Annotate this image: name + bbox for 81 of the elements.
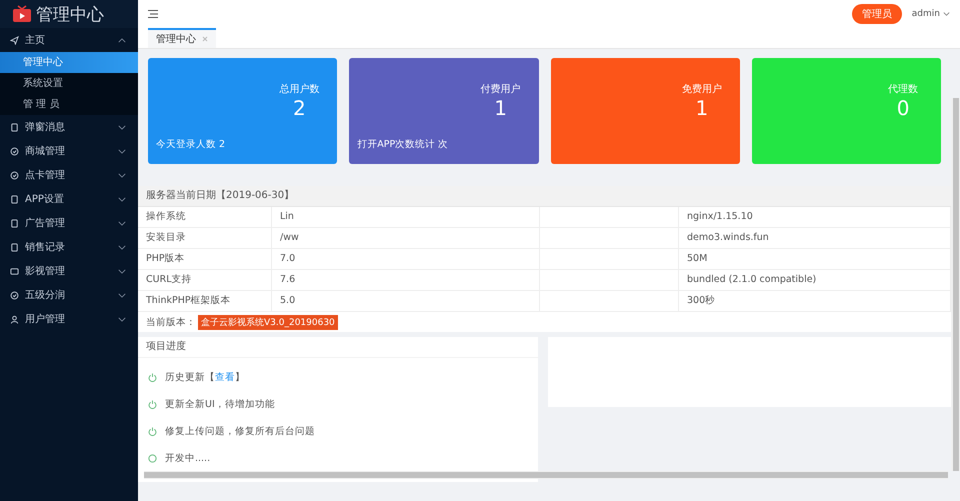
send-icon (10, 36, 19, 44)
sidebar-item[interactable]: 影视管理 (0, 259, 138, 283)
sidebar-item[interactable]: 弹窗消息 (0, 115, 138, 139)
close-icon[interactable] (202, 36, 208, 42)
timeline-text: 开发中..... (165, 452, 210, 465)
stat-title: 免费用户 (682, 82, 722, 96)
sidebar-item[interactable]: 广告管理 (0, 211, 138, 235)
chevron-icon (118, 268, 126, 274)
horizontal-scrollbar[interactable] (144, 471, 948, 479)
sidebar-label: 销售记录 (25, 241, 66, 254)
sidebar-item[interactable]: 用户管理 (0, 307, 138, 331)
monitor-icon (10, 266, 19, 276)
submenu-item[interactable]: 管理中心 (0, 52, 138, 73)
user-menu[interactable]: admin (912, 9, 950, 19)
tv-icon (12, 5, 32, 23)
tablet-icon (10, 194, 19, 204)
table-cell: 7.6 (272, 270, 540, 290)
tablet-icon (10, 122, 19, 132)
sidebar-label: 影视管理 (25, 264, 66, 278)
table-cell: ThinkPHP框架版本 (138, 291, 272, 311)
sidebar-label: 用户管理 (25, 312, 66, 326)
sidebar-label: 广告管理 (25, 216, 66, 230)
chevron-icon (118, 244, 126, 250)
vertical-scrollbar[interactable] (951, 98, 960, 471)
sidebar-item[interactable]: 点卡管理 (0, 163, 138, 187)
tablet-icon (10, 242, 19, 252)
stat-note: 今天登录人数 2 (156, 138, 226, 151)
table-cell: Lin (272, 207, 540, 227)
circle-icon (10, 170, 19, 180)
submenu-item[interactable]: 系统设置 (0, 73, 138, 94)
version-label: 当前版本： (146, 316, 196, 328)
user-icon (10, 314, 19, 324)
timeline-text: 历史更新【查看】 (165, 371, 245, 384)
sidebar-label: 点卡管理 (25, 168, 66, 182)
stat-title: 总用户数 (279, 82, 320, 96)
tab-label: 管理中心 (156, 32, 196, 46)
menu-icon[interactable] (148, 10, 158, 18)
chevron-icon (118, 124, 126, 130)
sidebar-item[interactable]: APP设置 (0, 187, 138, 211)
chevron-icon (118, 38, 126, 42)
logo-title: 管理中心 (36, 4, 104, 26)
sidebar-label: 五级分润 (25, 288, 66, 302)
stat-value: 0 (896, 96, 910, 120)
stat-title: 付费用户 (480, 82, 521, 96)
chevron-icon (118, 172, 126, 178)
chevron-icon (118, 292, 126, 298)
sidebar-item[interactable]: 销售记录 (0, 235, 138, 259)
table-cell: 5.0 (272, 291, 540, 311)
chevron-icon (118, 196, 126, 202)
sidebar-item[interactable]: 主页 (0, 28, 138, 52)
sidebar-item[interactable]: 五级分润 (0, 283, 138, 307)
table-cell: PHP版本 (138, 249, 272, 269)
tablet-icon (10, 218, 19, 228)
sidebar-item[interactable]: 商城管理 (0, 139, 138, 163)
stat-note: 打开APP次数统计 次 (357, 138, 448, 151)
timeline-text: 更新全新UI，待增加功能 (165, 398, 275, 411)
sidebar-label: 商城管理 (25, 144, 66, 158)
circle-icon (10, 290, 19, 300)
chevron-icon (943, 12, 950, 16)
stat-title: 代理数 (888, 83, 918, 96)
tab[interactable]: 管理中心 (148, 28, 216, 48)
submenu-item[interactable]: 管 理 员 (0, 94, 138, 115)
chevron-icon (118, 148, 126, 154)
sidebar-label: 主页 (25, 34, 46, 47)
table-cell: 安装目录 (138, 228, 272, 248)
stat-value: 2 (293, 96, 306, 120)
panel-title: 服务器当前日期【2019-06-30】 (138, 186, 951, 207)
sidebar-label: 弹窗消息 (25, 120, 66, 134)
table-cell: /ww (272, 228, 540, 248)
chevron-icon (118, 316, 126, 322)
table-cell: CURL支持 (138, 270, 272, 290)
version-badge: 盒子云影视系统V3.0_20190630 (198, 314, 338, 330)
panel-title: 项目进度 (138, 337, 538, 358)
timeline-text: 修复上传问题，修复所有后台问题 (165, 425, 315, 438)
stat-value: 1 (494, 96, 508, 120)
sidebar-label: APP设置 (25, 192, 65, 206)
chevron-icon (118, 220, 126, 226)
stat-value: 1 (696, 96, 708, 120)
table-cell: 7.0 (272, 249, 540, 269)
table-cell: 操作系统 (138, 207, 272, 227)
circle-icon (10, 146, 19, 156)
